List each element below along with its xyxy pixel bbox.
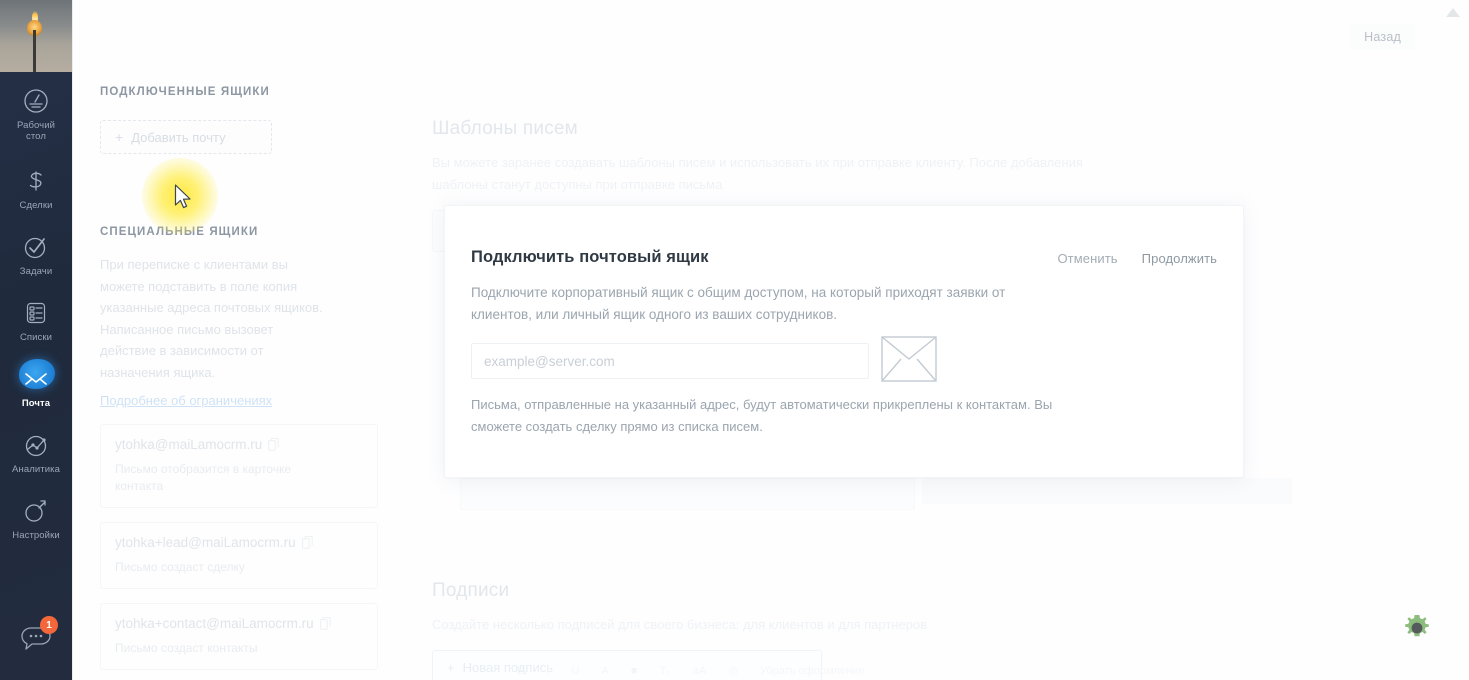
back-button[interactable]: Назад [1350,24,1415,50]
sidebar-item-label: Настройки [12,530,60,541]
sidebar-item-chat[interactable]: 1 [0,614,72,668]
copy-icon[interactable] [268,437,279,456]
page-content: Назад ПОДКЛЮЧЕННЫЕ ЯЩИКИ + Добавить почт… [72,0,1469,680]
ghost-panel [460,478,915,510]
copy-icon[interactable] [319,616,331,635]
color-swatch-icon[interactable]: ■ [631,665,638,677]
list-item[interactable]: ytohka@maiLamocrm.ru Письмо отобразится … [100,424,378,508]
templates-title: Шаблоны писем [432,118,578,139]
add-mail-label: Добавить почту [131,129,226,145]
sidebar-item-label: Аналитика [12,464,60,475]
signatures-title: Подписи [432,580,510,601]
email-field[interactable] [471,343,869,379]
lists-icon [19,296,53,330]
dashboard-icon [19,84,53,118]
list-item[interactable]: ytohka+contact@maiLamocrm.ru Письмо созд… [100,603,378,670]
templates-description: Вы можете заранее создавать шаблоны писе… [432,155,1083,192]
signatures-description: Создайте несколько подписей для своего б… [432,617,928,632]
link-icon[interactable]: ◎ [728,664,738,677]
mailbox-address: ytohka@maiLamocrm.ru [115,437,263,452]
avatar[interactable] [0,0,72,72]
analytics-icon [19,428,53,462]
plus-icon: + [447,659,455,675]
underline-icon[interactable]: U [571,665,579,677]
mailbox-hint: Письмо создаст сделку [115,560,245,574]
sidebar-item-deals[interactable]: Сделки [0,152,72,218]
ghost-panel [922,478,1292,504]
sidebar-item-analytics[interactable]: Аналитика [0,416,72,482]
sidebar-item-lists[interactable]: Списки [0,284,72,350]
sidebar-item-label: Списки [19,332,53,343]
font-icon[interactable]: A [601,665,608,677]
bold-icon[interactable]: B [517,665,524,677]
scroll-up-arrow-icon[interactable] [1446,5,1460,23]
list-item[interactable]: ytohka+lead@maiLamocrm.ru Письмо создаст… [100,522,378,589]
italic-icon[interactable]: I [546,665,549,677]
special-mailboxes-heading: СПЕЦИАЛЬНЫЕ ЯЩИКИ [100,226,259,238]
text-size-icon[interactable]: T₀ [659,665,670,677]
settings-wrench-icon [19,494,53,528]
copy-icon[interactable] [301,535,313,554]
plus-icon: + [115,129,124,145]
sidebar-divider [72,0,73,680]
modal-description: Подключите корпоративный ящик с общим до… [471,285,1006,322]
tasks-check-icon [19,230,53,264]
mailboxes-column: ПОДКЛЮЧЕННЫЕ ЯЩИКИ + Добавить почту СПЕЦ… [100,86,400,670]
sidebar-item-mail[interactable]: Почта [0,350,72,416]
sidebar-item-label: Сделки [19,200,53,211]
left-sidebar: Рабочий стол Сделки Задачи Списки Почта … [0,0,72,680]
mail-icon [19,362,53,396]
connected-mailboxes-heading: ПОДКЛЮЧЕННЫЕ ЯЩИКИ [100,86,270,98]
avatar-photo-pole [33,30,36,72]
clear-formatting-label[interactable]: Убрать оформление [760,665,865,677]
mailbox-address: ytohka+contact@maiLamocrm.ru [115,616,314,631]
sidebar-item-label: Задачи [19,266,53,277]
signature-editor-toolbar: B I U A ■ T₀ аА ◎ Убрать оформление [517,664,865,678]
special-mailboxes-description: При переписке с клиентами вы можете подс… [100,257,323,380]
add-mail-button[interactable]: + Добавить почту [100,120,272,154]
modal-title: Подключить почтовый ящик [471,248,709,266]
app-window: Рабочий стол Сделки Задачи Списки Почта … [0,0,1469,680]
deals-dollar-icon [19,164,53,198]
mailbox-hint: Письмо создаст контакты [115,641,258,655]
sidebar-item-label: Почта [21,398,51,409]
gear-icon[interactable] [1402,613,1432,648]
connect-mailbox-modal: Подключить почтовый ящик Отменить Продол… [444,205,1244,478]
sidebar-item-settings[interactable]: Настройки [0,482,72,548]
chat-unread-badge: 1 [40,616,58,634]
limits-info-link[interactable]: Подробнее об ограничениях [100,393,272,408]
text-case-icon[interactable]: аА [693,665,706,677]
modal-actions: Отменить Продолжить [1057,251,1217,266]
sidebar-item-tasks[interactable]: Задачи [0,218,72,284]
continue-button[interactable]: Продолжить [1142,251,1217,266]
envelope-icon[interactable] [881,336,937,387]
sidebar-item-dashboard[interactable]: Рабочий стол [0,72,72,152]
cancel-button[interactable]: Отменить [1057,251,1117,266]
modal-note: Письма, отправленные на указанный адрес,… [471,397,1053,434]
mailbox-address: ytohka+lead@maiLamocrm.ru [115,535,296,550]
mailbox-hint: Письмо отобразится в карточке контакта [115,462,292,493]
sidebar-item-label: Рабочий стол [16,120,56,142]
